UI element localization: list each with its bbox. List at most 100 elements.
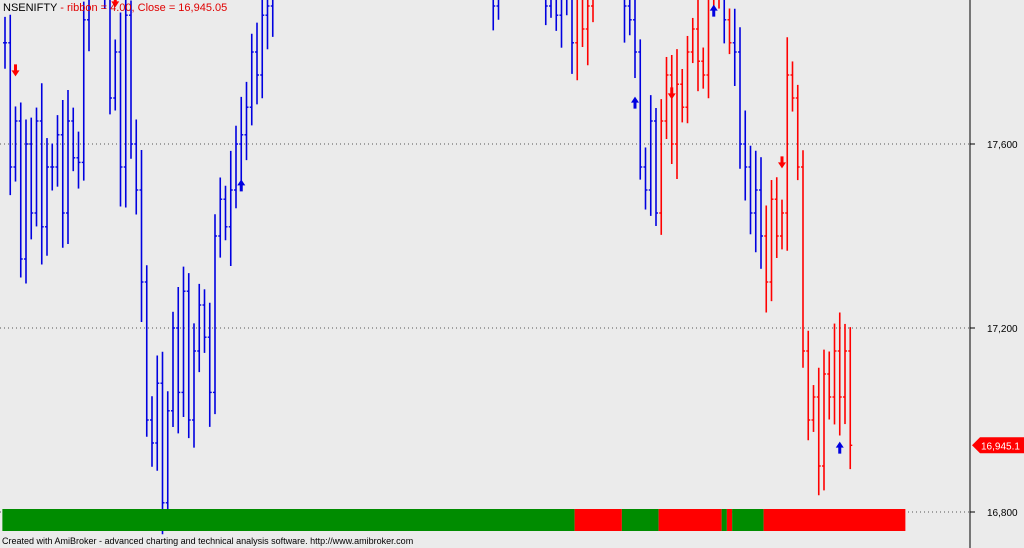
ohlc-bar [638, 39, 643, 180]
ohlc-bar [223, 185, 228, 241]
ohlc-bar [228, 150, 233, 266]
ohlc-bar [680, 69, 685, 123]
ohlc-bar [669, 54, 674, 165]
axis-tick-label: 17,200 [987, 324, 1018, 335]
ohlc-bar [685, 35, 690, 124]
ribbon-segment [2, 509, 575, 531]
ohlc-bar [218, 177, 223, 258]
ohlc-bar [581, 0, 585, 48]
ohlc-bar [134, 119, 139, 215]
sell-arrow-icon [778, 156, 786, 169]
ohlc-bar [29, 117, 34, 240]
ohlc-bar [160, 351, 165, 535]
ohlc-bar [39, 83, 44, 265]
ribbon-segment [726, 509, 733, 531]
ohlc-bar [675, 49, 679, 180]
ohlc-bar [811, 385, 816, 432]
ohlc-bar [648, 95, 653, 216]
ohlc-bar [155, 355, 160, 471]
ohlc-bar [738, 27, 742, 169]
close-value: Close = 16,945.05 [137, 2, 228, 14]
ribbon-segment [721, 509, 727, 531]
buy-arrow-icon [631, 96, 639, 109]
ohlc-bar [623, 0, 627, 43]
ribbon-value: ribbon = 4.00, [66, 2, 135, 14]
ohlc-bar [34, 107, 39, 227]
ohlc-bar [696, 0, 700, 92]
ohlc-bar [123, 0, 128, 208]
ohlc-bar [234, 125, 238, 209]
ohlc-bar [81, 1, 86, 181]
ohlc-bar [806, 330, 811, 441]
ohlc-bar [559, 0, 563, 48]
ohlc-bar [848, 327, 853, 470]
sell-arrow-icon [667, 87, 676, 100]
ribbon-segment [763, 509, 906, 531]
ohlc-bar [732, 8, 737, 87]
chart-header: NSENIFTY - ribbon = 4.00, Close = 16,945… [3, 2, 227, 14]
footer-credit: Created with AmiBroker - advanced charti… [2, 536, 414, 546]
ohlc-bar [244, 81, 249, 161]
ohlc-bar [701, 47, 706, 89]
ohlc-bar [664, 56, 669, 140]
price-bars [3, 0, 853, 535]
ohlc-bar [627, 0, 632, 36]
ribbon-segment [658, 509, 722, 531]
ohlc-bar [843, 323, 847, 425]
ohlc-bar [270, 0, 274, 37]
ohlc-bar [565, 0, 568, 16]
ohlc-bar [18, 102, 23, 278]
ohlc-bar [780, 199, 784, 250]
last-price-tag: 16,945.1 [972, 437, 1024, 454]
ohlc-bar [774, 177, 779, 258]
ohlc-bar [544, 0, 548, 26]
ohlc-bar [555, 0, 559, 31]
ohlc-bar [207, 302, 212, 427]
ohlc-bar [759, 157, 763, 269]
ohlc-bar [727, 8, 732, 55]
header-sep: - [57, 2, 67, 14]
ohlc-bar [718, 0, 720, 9]
ohlc-bar [8, 14, 13, 196]
buy-arrow-icon [237, 179, 246, 192]
ribbon-segment [621, 509, 659, 531]
ohlc-bar [575, 0, 579, 81]
buy-arrow-icon [709, 4, 718, 17]
ribbon-strip [2, 509, 906, 531]
ohlc-bar [129, 0, 133, 159]
ohlc-bar [659, 99, 664, 235]
ohlc-bar [816, 367, 821, 496]
axis-tick-label: 16,800 [987, 508, 1018, 519]
chart-canvas: 16,80017,20017,60018,00018,40018,800 16,… [0, 0, 1024, 548]
ohlc-bar [113, 39, 118, 111]
ohlc-bar [150, 396, 154, 467]
ohlc-bar [249, 33, 254, 126]
ohlc-bar [176, 287, 181, 434]
ohlc-bar [50, 143, 55, 191]
ohlc-bar [255, 22, 259, 105]
ohlc-bar [181, 266, 186, 417]
ohlc-bar [837, 312, 842, 436]
ohlc-bar [832, 323, 837, 425]
ohlc-bar [66, 90, 70, 244]
buy-arrow-icon [835, 441, 844, 454]
ohlc-bar [492, 0, 496, 31]
ohlc-bar [723, 0, 727, 44]
axis-tick-label: 17,600 [987, 140, 1018, 151]
ohlc-bar [260, 0, 265, 99]
ohlc-bar [571, 0, 574, 74]
ohlc-bar [706, 0, 710, 99]
price-axis: 16,80017,20017,60018,00018,40018,800 [969, 0, 1018, 548]
ohlc-bar [743, 110, 748, 201]
ohlc-bar [591, 0, 594, 23]
ohlc-bar [790, 61, 795, 112]
ohlc-bar [265, 0, 270, 50]
sell-arrow-icon [11, 64, 20, 77]
ohlc-bar [827, 351, 832, 420]
ohlc-bar [239, 96, 244, 182]
ohlc-bar [549, 0, 552, 18]
last-price-label: 16,945.1 [981, 441, 1020, 452]
ohlc-bar [165, 391, 170, 523]
ohlc-bar [186, 273, 191, 439]
ohlc-bar [748, 145, 753, 235]
